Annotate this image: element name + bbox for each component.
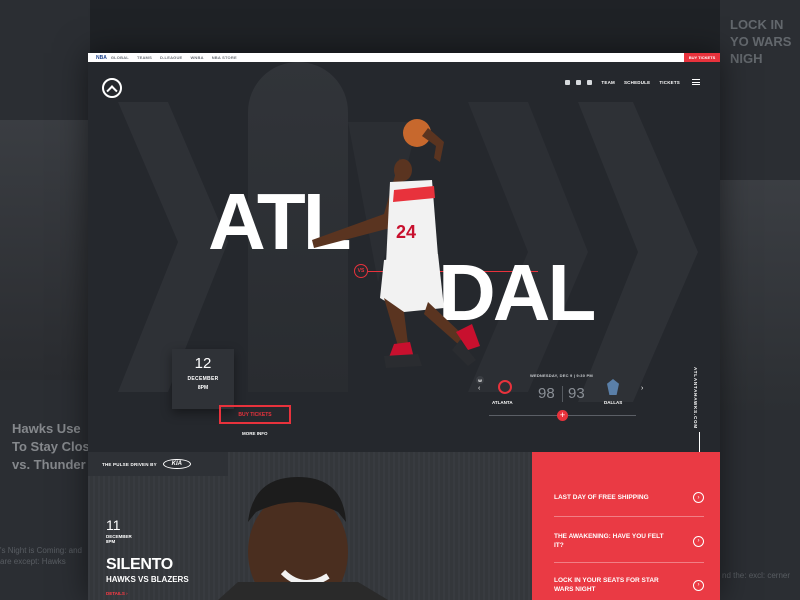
- topbar-buy-tickets-button[interactable]: BUY TICKETS: [684, 53, 720, 62]
- feature-details-link[interactable]: DETAILS ›: [106, 591, 128, 596]
- feature-date-time: 8PM: [106, 539, 116, 544]
- pulse-sponsor-bar: THE PULSE DRIVEN BY KIA: [88, 452, 228, 476]
- chevron-right-icon[interactable]: ›: [693, 579, 704, 591]
- site-url-line: [699, 432, 700, 452]
- expand-plus-icon[interactable]: +: [557, 410, 568, 421]
- nba-logo[interactable]: NBA: [96, 55, 107, 61]
- bg-right-small-text: nd the: excl: cerner: [722, 571, 791, 580]
- topbar-link-wnba[interactable]: WNBA: [190, 55, 203, 60]
- score-divider: [562, 386, 563, 402]
- svg-text:24: 24: [396, 222, 416, 242]
- site-url-vertical[interactable]: ATLANTAHAWKS.COM: [693, 367, 698, 429]
- home-score: 98: [538, 385, 555, 402]
- bg-left-headline: Hawks Use To Stay Clos vs. Thunder: [12, 421, 90, 472]
- game-date-box: 12 DECEMBER 8PM: [172, 349, 234, 409]
- more-info-link[interactable]: MORE INFO: [242, 431, 268, 436]
- news-item[interactable]: LAST DAY OF FREE SHIPPING ›: [554, 492, 704, 503]
- news-divider: [554, 516, 704, 517]
- chevron-right-icon[interactable]: ›: [693, 492, 704, 503]
- pulse-label: THE PULSE DRIVEN BY: [102, 461, 157, 467]
- league-topbar: NBA GLOBAL TEAMS D-LEAGUE WNBA NBA STORE…: [88, 53, 720, 62]
- news-item[interactable]: LOCK IN YOUR SEATS FOR STAR WARS NIGHT ›: [554, 576, 704, 594]
- news-title: LAST DAY OF FREE SHIPPING: [554, 494, 649, 501]
- bg-right-headline: LOCK IN YO WARS NIGH: [730, 17, 792, 66]
- dallas-logo-icon: [607, 379, 619, 395]
- away-score: 93: [568, 385, 585, 402]
- feature-date-day: 11: [106, 517, 121, 533]
- topbar-link-teams[interactable]: TEAMS: [137, 55, 152, 60]
- game-date-day: 12: [194, 355, 212, 372]
- feature-date: 11 DECEMBER 8PM: [106, 517, 132, 544]
- topbar-link-dleague[interactable]: D-LEAGUE: [160, 55, 183, 60]
- kia-logo[interactable]: KIA: [162, 459, 191, 469]
- feature-title: SILENTO: [106, 556, 173, 573]
- win-badge: W: [476, 376, 484, 384]
- bg-left-small-text: 's Night is Coming: and are except: Hawk…: [0, 546, 83, 566]
- news-panel: LAST DAY OF FREE SHIPPING › THE AWAKENIN…: [532, 452, 720, 600]
- buy-tickets-button[interactable]: BUY TICKETS: [219, 405, 291, 424]
- site-frame: NBA GLOBAL TEAMS D-LEAGUE WNBA NBA STORE…: [88, 53, 720, 600]
- topbar-link-store[interactable]: NBA STORE: [212, 55, 237, 60]
- news-item[interactable]: THE AWAKENING: HAVE YOU FELT IT? ›: [554, 532, 704, 550]
- game-date-month: DECEMBER: [187, 376, 219, 382]
- topbar-link-global[interactable]: GLOBAL: [111, 55, 129, 60]
- bg-left-image: [0, 120, 90, 380]
- away-team-name: DALLAS: [604, 400, 623, 405]
- feature-subtitle: HAWKS VS BLAZERS: [106, 575, 189, 584]
- hero-section: TEAM SCHEDULE TICKETS ATL DAL VS 24 12 D…: [88, 62, 720, 452]
- home-team-name: ATLANTA: [492, 400, 513, 405]
- bg-right-image: [720, 180, 800, 410]
- last-game-date: WEDNESDAY, DEC 9 | 9:30 PM: [530, 373, 593, 378]
- news-title: LOCK IN YOUR SEATS FOR STAR WARS NIGHT: [554, 577, 659, 593]
- news-title: THE AWAKENING: HAVE YOU FELT IT?: [554, 533, 664, 549]
- atlanta-logo-icon: [498, 380, 512, 394]
- chevron-right-icon[interactable]: ›: [693, 535, 704, 547]
- news-divider: [554, 562, 704, 563]
- game-date-time: 8PM: [197, 385, 209, 391]
